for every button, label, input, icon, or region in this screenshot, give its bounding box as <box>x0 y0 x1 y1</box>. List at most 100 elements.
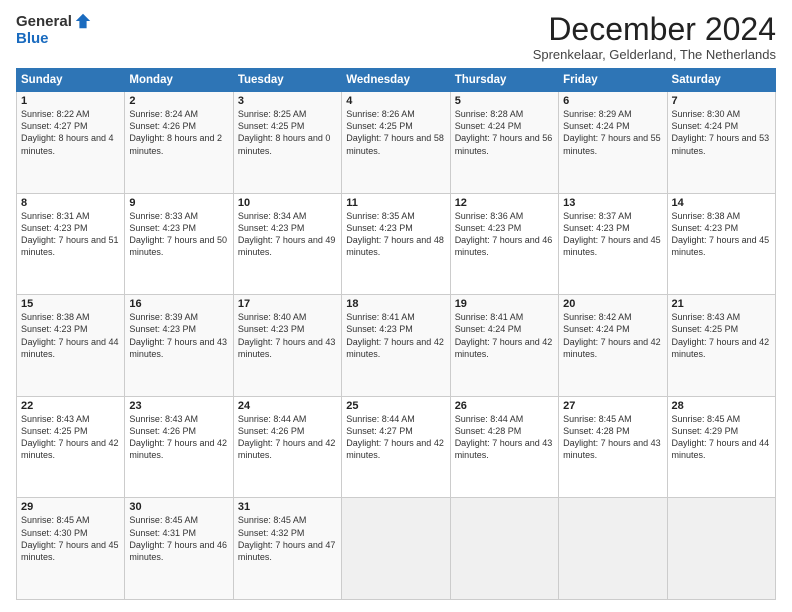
logo-general: General <box>16 13 72 30</box>
day-info: Sunrise: 8:39 AMSunset: 4:23 PMDaylight:… <box>129 312 227 358</box>
day-number: 5 <box>455 95 554 107</box>
week-row: 22 Sunrise: 8:43 AMSunset: 4:25 PMDaylig… <box>17 396 776 498</box>
calendar-header: SundayMondayTuesdayWednesdayThursdayFrid… <box>17 69 776 92</box>
day-cell: 5 Sunrise: 8:28 AMSunset: 4:24 PMDayligh… <box>450 92 558 194</box>
day-info: Sunrise: 8:44 AMSunset: 4:26 PMDaylight:… <box>238 414 336 460</box>
calendar-table: SundayMondayTuesdayWednesdayThursdayFrid… <box>16 68 776 600</box>
header-day: Saturday <box>667 69 775 92</box>
day-info: Sunrise: 8:44 AMSunset: 4:28 PMDaylight:… <box>455 414 553 460</box>
header-day: Tuesday <box>233 69 341 92</box>
day-cell <box>667 498 775 600</box>
day-info: Sunrise: 8:43 AMSunset: 4:26 PMDaylight:… <box>129 414 227 460</box>
logo-blue: Blue <box>16 30 49 47</box>
day-info: Sunrise: 8:24 AMSunset: 4:26 PMDaylight:… <box>129 109 222 155</box>
header-day: Monday <box>125 69 233 92</box>
day-number: 19 <box>455 298 554 310</box>
subtitle: Sprenkelaar, Gelderland, The Netherlands <box>533 47 776 62</box>
logo-icon <box>74 12 92 30</box>
day-info: Sunrise: 8:38 AMSunset: 4:23 PMDaylight:… <box>672 211 770 257</box>
week-row: 29 Sunrise: 8:45 AMSunset: 4:30 PMDaylig… <box>17 498 776 600</box>
day-cell: 1 Sunrise: 8:22 AMSunset: 4:27 PMDayligh… <box>17 92 125 194</box>
day-info: Sunrise: 8:45 AMSunset: 4:30 PMDaylight:… <box>21 515 119 561</box>
day-number: 18 <box>346 298 445 310</box>
day-cell: 22 Sunrise: 8:43 AMSunset: 4:25 PMDaylig… <box>17 396 125 498</box>
day-cell: 12 Sunrise: 8:36 AMSunset: 4:23 PMDaylig… <box>450 193 558 295</box>
day-cell: 8 Sunrise: 8:31 AMSunset: 4:23 PMDayligh… <box>17 193 125 295</box>
header-day: Thursday <box>450 69 558 92</box>
day-cell: 21 Sunrise: 8:43 AMSunset: 4:25 PMDaylig… <box>667 295 775 397</box>
day-cell: 10 Sunrise: 8:34 AMSunset: 4:23 PMDaylig… <box>233 193 341 295</box>
day-number: 9 <box>129 197 228 209</box>
day-number: 1 <box>21 95 120 107</box>
day-number: 10 <box>238 197 337 209</box>
header-day: Sunday <box>17 69 125 92</box>
week-row: 15 Sunrise: 8:38 AMSunset: 4:23 PMDaylig… <box>17 295 776 397</box>
day-number: 4 <box>346 95 445 107</box>
day-number: 15 <box>21 298 120 310</box>
day-cell: 27 Sunrise: 8:45 AMSunset: 4:28 PMDaylig… <box>559 396 667 498</box>
day-number: 12 <box>455 197 554 209</box>
day-cell <box>450 498 558 600</box>
day-cell: 26 Sunrise: 8:44 AMSunset: 4:28 PMDaylig… <box>450 396 558 498</box>
day-info: Sunrise: 8:40 AMSunset: 4:23 PMDaylight:… <box>238 312 336 358</box>
day-info: Sunrise: 8:43 AMSunset: 4:25 PMDaylight:… <box>672 312 770 358</box>
day-number: 30 <box>129 501 228 513</box>
day-number: 3 <box>238 95 337 107</box>
day-number: 27 <box>563 400 662 412</box>
logo: General Blue <box>16 12 92 47</box>
day-info: Sunrise: 8:41 AMSunset: 4:23 PMDaylight:… <box>346 312 444 358</box>
day-cell: 29 Sunrise: 8:45 AMSunset: 4:30 PMDaylig… <box>17 498 125 600</box>
title-area: December 2024 Sprenkelaar, Gelderland, T… <box>533 12 776 62</box>
month-title: December 2024 <box>533 12 776 47</box>
day-info: Sunrise: 8:45 AMSunset: 4:28 PMDaylight:… <box>563 414 661 460</box>
day-cell: 28 Sunrise: 8:45 AMSunset: 4:29 PMDaylig… <box>667 396 775 498</box>
header-row: SundayMondayTuesdayWednesdayThursdayFrid… <box>17 69 776 92</box>
day-cell: 3 Sunrise: 8:25 AMSunset: 4:25 PMDayligh… <box>233 92 341 194</box>
day-info: Sunrise: 8:35 AMSunset: 4:23 PMDaylight:… <box>346 211 444 257</box>
day-cell: 4 Sunrise: 8:26 AMSunset: 4:25 PMDayligh… <box>342 92 450 194</box>
calendar-body: 1 Sunrise: 8:22 AMSunset: 4:27 PMDayligh… <box>17 92 776 600</box>
day-number: 21 <box>672 298 771 310</box>
day-cell: 20 Sunrise: 8:42 AMSunset: 4:24 PMDaylig… <box>559 295 667 397</box>
day-number: 6 <box>563 95 662 107</box>
day-number: 17 <box>238 298 337 310</box>
week-row: 1 Sunrise: 8:22 AMSunset: 4:27 PMDayligh… <box>17 92 776 194</box>
day-info: Sunrise: 8:45 AMSunset: 4:32 PMDaylight:… <box>238 515 336 561</box>
day-number: 11 <box>346 197 445 209</box>
day-cell: 9 Sunrise: 8:33 AMSunset: 4:23 PMDayligh… <box>125 193 233 295</box>
day-info: Sunrise: 8:37 AMSunset: 4:23 PMDaylight:… <box>563 211 661 257</box>
day-info: Sunrise: 8:26 AMSunset: 4:25 PMDaylight:… <box>346 109 444 155</box>
day-cell: 16 Sunrise: 8:39 AMSunset: 4:23 PMDaylig… <box>125 295 233 397</box>
day-info: Sunrise: 8:25 AMSunset: 4:25 PMDaylight:… <box>238 109 331 155</box>
day-cell: 19 Sunrise: 8:41 AMSunset: 4:24 PMDaylig… <box>450 295 558 397</box>
day-cell: 31 Sunrise: 8:45 AMSunset: 4:32 PMDaylig… <box>233 498 341 600</box>
day-cell: 7 Sunrise: 8:30 AMSunset: 4:24 PMDayligh… <box>667 92 775 194</box>
day-cell: 23 Sunrise: 8:43 AMSunset: 4:26 PMDaylig… <box>125 396 233 498</box>
day-number: 2 <box>129 95 228 107</box>
day-info: Sunrise: 8:44 AMSunset: 4:27 PMDaylight:… <box>346 414 444 460</box>
day-info: Sunrise: 8:34 AMSunset: 4:23 PMDaylight:… <box>238 211 336 257</box>
header-day: Friday <box>559 69 667 92</box>
day-number: 7 <box>672 95 771 107</box>
day-cell: 13 Sunrise: 8:37 AMSunset: 4:23 PMDaylig… <box>559 193 667 295</box>
day-number: 31 <box>238 501 337 513</box>
day-info: Sunrise: 8:45 AMSunset: 4:31 PMDaylight:… <box>129 515 227 561</box>
day-cell: 11 Sunrise: 8:35 AMSunset: 4:23 PMDaylig… <box>342 193 450 295</box>
day-cell: 6 Sunrise: 8:29 AMSunset: 4:24 PMDayligh… <box>559 92 667 194</box>
day-number: 26 <box>455 400 554 412</box>
day-cell: 25 Sunrise: 8:44 AMSunset: 4:27 PMDaylig… <box>342 396 450 498</box>
day-cell: 30 Sunrise: 8:45 AMSunset: 4:31 PMDaylig… <box>125 498 233 600</box>
day-info: Sunrise: 8:30 AMSunset: 4:24 PMDaylight:… <box>672 109 770 155</box>
day-cell: 17 Sunrise: 8:40 AMSunset: 4:23 PMDaylig… <box>233 295 341 397</box>
day-number: 8 <box>21 197 120 209</box>
day-number: 29 <box>21 501 120 513</box>
day-number: 14 <box>672 197 771 209</box>
day-info: Sunrise: 8:36 AMSunset: 4:23 PMDaylight:… <box>455 211 553 257</box>
day-info: Sunrise: 8:31 AMSunset: 4:23 PMDaylight:… <box>21 211 119 257</box>
day-info: Sunrise: 8:28 AMSunset: 4:24 PMDaylight:… <box>455 109 553 155</box>
day-info: Sunrise: 8:22 AMSunset: 4:27 PMDaylight:… <box>21 109 114 155</box>
day-info: Sunrise: 8:41 AMSunset: 4:24 PMDaylight:… <box>455 312 553 358</box>
day-number: 28 <box>672 400 771 412</box>
day-cell: 18 Sunrise: 8:41 AMSunset: 4:23 PMDaylig… <box>342 295 450 397</box>
day-number: 16 <box>129 298 228 310</box>
